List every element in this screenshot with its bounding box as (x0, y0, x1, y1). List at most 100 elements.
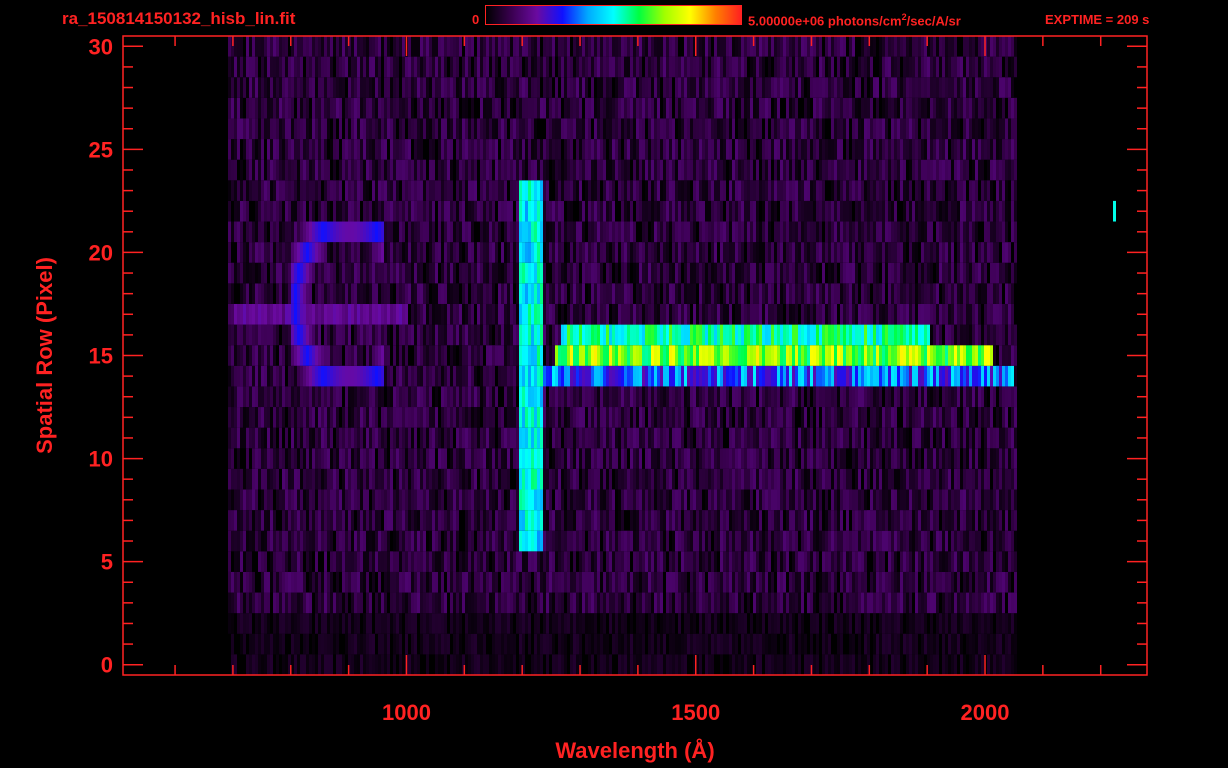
heatmap-cell (378, 633, 381, 655)
heatmap-cell (912, 530, 915, 552)
heatmap-cell (516, 489, 519, 511)
heatmap-cell (780, 613, 783, 634)
heatmap-cell (423, 427, 426, 449)
heatmap-cell (654, 510, 657, 531)
heatmap-cell (444, 345, 447, 366)
heatmap-cell (672, 407, 675, 428)
heatmap-cell (516, 427, 519, 449)
heatmap-cell (672, 303, 675, 325)
heatmap-cell (705, 386, 708, 408)
heatmap-cell (666, 510, 669, 531)
heatmap-cell (681, 633, 684, 655)
heatmap-cell (915, 592, 918, 614)
heatmap-cell (405, 407, 408, 428)
heatmap-cell (243, 489, 246, 511)
heatmap-cell (600, 448, 603, 469)
heatmap-cell (948, 489, 951, 511)
heatmap-cell (945, 262, 948, 284)
heatmap-cell (969, 448, 972, 469)
heatmap-cell (297, 303, 300, 325)
heatmap-cell (327, 242, 330, 263)
heatmap-cell (783, 530, 786, 552)
heatmap-cell (606, 468, 609, 490)
heatmap-cell (597, 489, 600, 511)
heatmap-cell (351, 654, 354, 675)
heatmap-cell (603, 365, 606, 387)
heatmap-cell (840, 551, 843, 572)
heatmap-cell (984, 613, 987, 634)
heatmap-cell (240, 530, 243, 552)
heatmap-cell (615, 427, 618, 449)
heatmap-cell (804, 448, 807, 469)
heatmap-cell (336, 345, 339, 366)
heatmap-cell (390, 386, 393, 408)
heatmap-cell (690, 489, 693, 511)
heatmap-cell (375, 427, 378, 449)
heatmap-cell (507, 262, 510, 284)
heatmap-cell (825, 571, 828, 593)
heatmap-cell (552, 613, 555, 634)
heatmap-cell (405, 468, 408, 490)
heatmap-cell (447, 551, 450, 572)
heatmap-cell (942, 633, 945, 655)
heatmap-cell (990, 262, 993, 284)
heatmap-cell (294, 592, 297, 614)
heatmap-cell (633, 324, 636, 346)
heatmap-cell (984, 551, 987, 572)
heatmap-cell (699, 489, 702, 511)
heatmap-cell (675, 427, 678, 449)
heatmap-cell (897, 571, 900, 593)
heatmap-cell (831, 448, 834, 469)
heatmap-cell (438, 551, 441, 572)
heatmap-cell (936, 530, 939, 552)
heatmap-cell (549, 633, 552, 655)
heatmap-cell (840, 510, 843, 531)
heatmap-cell (381, 242, 384, 263)
heatmap-cell (546, 242, 549, 263)
heatmap-cell (531, 242, 534, 263)
heatmap-cell (534, 571, 537, 593)
heatmap-cell (867, 633, 870, 655)
heatmap-cell (924, 303, 927, 325)
heatmap-cell (708, 592, 711, 614)
heatmap-cell (918, 468, 921, 490)
heatmap-cell (522, 510, 525, 531)
heatmap-cell (315, 262, 318, 284)
heatmap-cell (570, 345, 573, 366)
heatmap-cell (300, 262, 303, 284)
heatmap-cell (852, 489, 855, 511)
heatmap-cell (828, 283, 831, 304)
heatmap-cell (855, 365, 858, 387)
heatmap-cell (822, 427, 825, 449)
heatmap-cell (597, 633, 600, 655)
heatmap-cell (606, 324, 609, 346)
heatmap-cell (300, 654, 303, 675)
heatmap-cell (441, 654, 444, 675)
heatmap-cell (318, 345, 321, 366)
heatmap-cell (411, 654, 414, 675)
heatmap-cell (705, 633, 708, 655)
heatmap-cell (243, 283, 246, 304)
heatmap-cell (420, 613, 423, 634)
heatmap-cell (957, 386, 960, 408)
heatmap-cell (969, 654, 972, 675)
heatmap-cell (519, 551, 522, 572)
heatmap-cell (879, 468, 882, 490)
heatmap-cell (810, 613, 813, 634)
heatmap-cell (972, 613, 975, 634)
heatmap-cell (864, 365, 867, 387)
heatmap-cell (807, 427, 810, 449)
heatmap-cell (381, 613, 384, 634)
heatmap-cell (366, 633, 369, 655)
heatmap-cell (1008, 345, 1011, 366)
heatmap-cell (669, 551, 672, 572)
heatmap-cell (588, 365, 591, 387)
heatmap-cell (984, 407, 987, 428)
heatmap-cell (282, 592, 285, 614)
heatmap-cell (681, 345, 684, 366)
heatmap-cell (408, 654, 411, 675)
heatmap-cell (732, 345, 735, 366)
heatmap-cell (843, 324, 846, 346)
heatmap-cell (753, 530, 756, 552)
heatmap-cell (900, 530, 903, 552)
